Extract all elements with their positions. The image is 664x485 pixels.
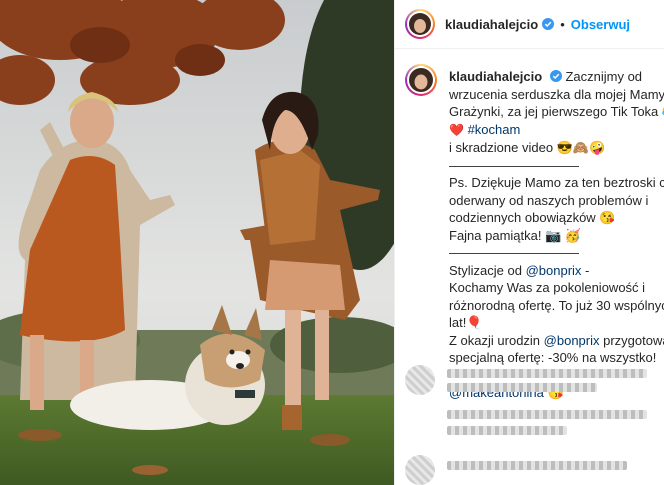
hashtag-link[interactable]: #kocham [468,122,521,137]
post-image[interactable] [0,0,394,485]
comment-text [447,369,647,378]
caption-author-avatar[interactable] [405,64,437,96]
comment-item [403,410,659,440]
comment-text [447,426,567,435]
author-avatar[interactable] [405,9,435,39]
caption-line: Grażynki, za jej pierwszego Tik Toka 😂 [449,104,664,119]
verified-badge-icon [549,70,562,82]
caption-text: klaudiahalejcio Zacznijmy od wrzucenia s… [449,68,664,402]
caption-divider: —————————— [449,157,579,173]
caption-line: Z okazji urodzin [449,332,544,348]
comment-item [403,365,659,395]
caption-divider: —————————— [449,245,579,260]
comment-item [403,455,659,485]
caption-line: i skradzione video 😎🙈🤪 [449,140,606,155]
caption-line: wrzucenia serduszka dla mojej Mamy [449,86,664,102]
caption-line: Stylizacje od [449,262,526,278]
caption-line: Ps. Dziękuje Mamo za ten beztroski czas, [449,175,664,190]
post-sidebar: klaudiahalejcio • Obserwuj klaudiahalejc… [394,0,664,485]
heart-icon: ❤️ [449,122,464,137]
follow-button[interactable]: Obserwuj [571,17,630,32]
mention-link[interactable]: @bonprix [544,333,600,348]
mention-link[interactable]: @bonprix [526,263,582,278]
caption-line: lat!🎈 [449,315,483,330]
caption-line: Zacznijmy od [565,69,643,84]
separator-dot: • [560,16,565,32]
caption-line: specjalną ofertę: -30% na wszystko! [449,350,657,365]
post-header: klaudiahalejcio • Obserwuj [395,0,664,49]
caption-line: Fajna pamiątka! 📷 🥳 [449,227,582,243]
avatar-photo [409,68,433,92]
caption-line: przygotowało [603,332,664,348]
verified-badge-icon [542,18,555,30]
caption-line: oderwany od naszych problemów i [449,192,649,208]
caption-line: codziennych obowiązków 😘 [449,210,616,225]
comment-avatar[interactable] [405,365,435,395]
author-username[interactable]: klaudiahalejcio [445,17,538,32]
caption-line: różnorodną ofertę. To już 30 wspólnych [449,297,664,313]
comment-text [447,461,627,470]
comment-text [447,383,597,392]
caption-line: Kochamy Was za pokoleniowość i [449,280,646,295]
caption-line: - [581,262,590,278]
avatar-photo [409,13,431,35]
comment-avatar[interactable] [405,455,435,485]
caption-username[interactable]: klaudiahalejcio [449,69,542,84]
comment-text [447,410,647,419]
